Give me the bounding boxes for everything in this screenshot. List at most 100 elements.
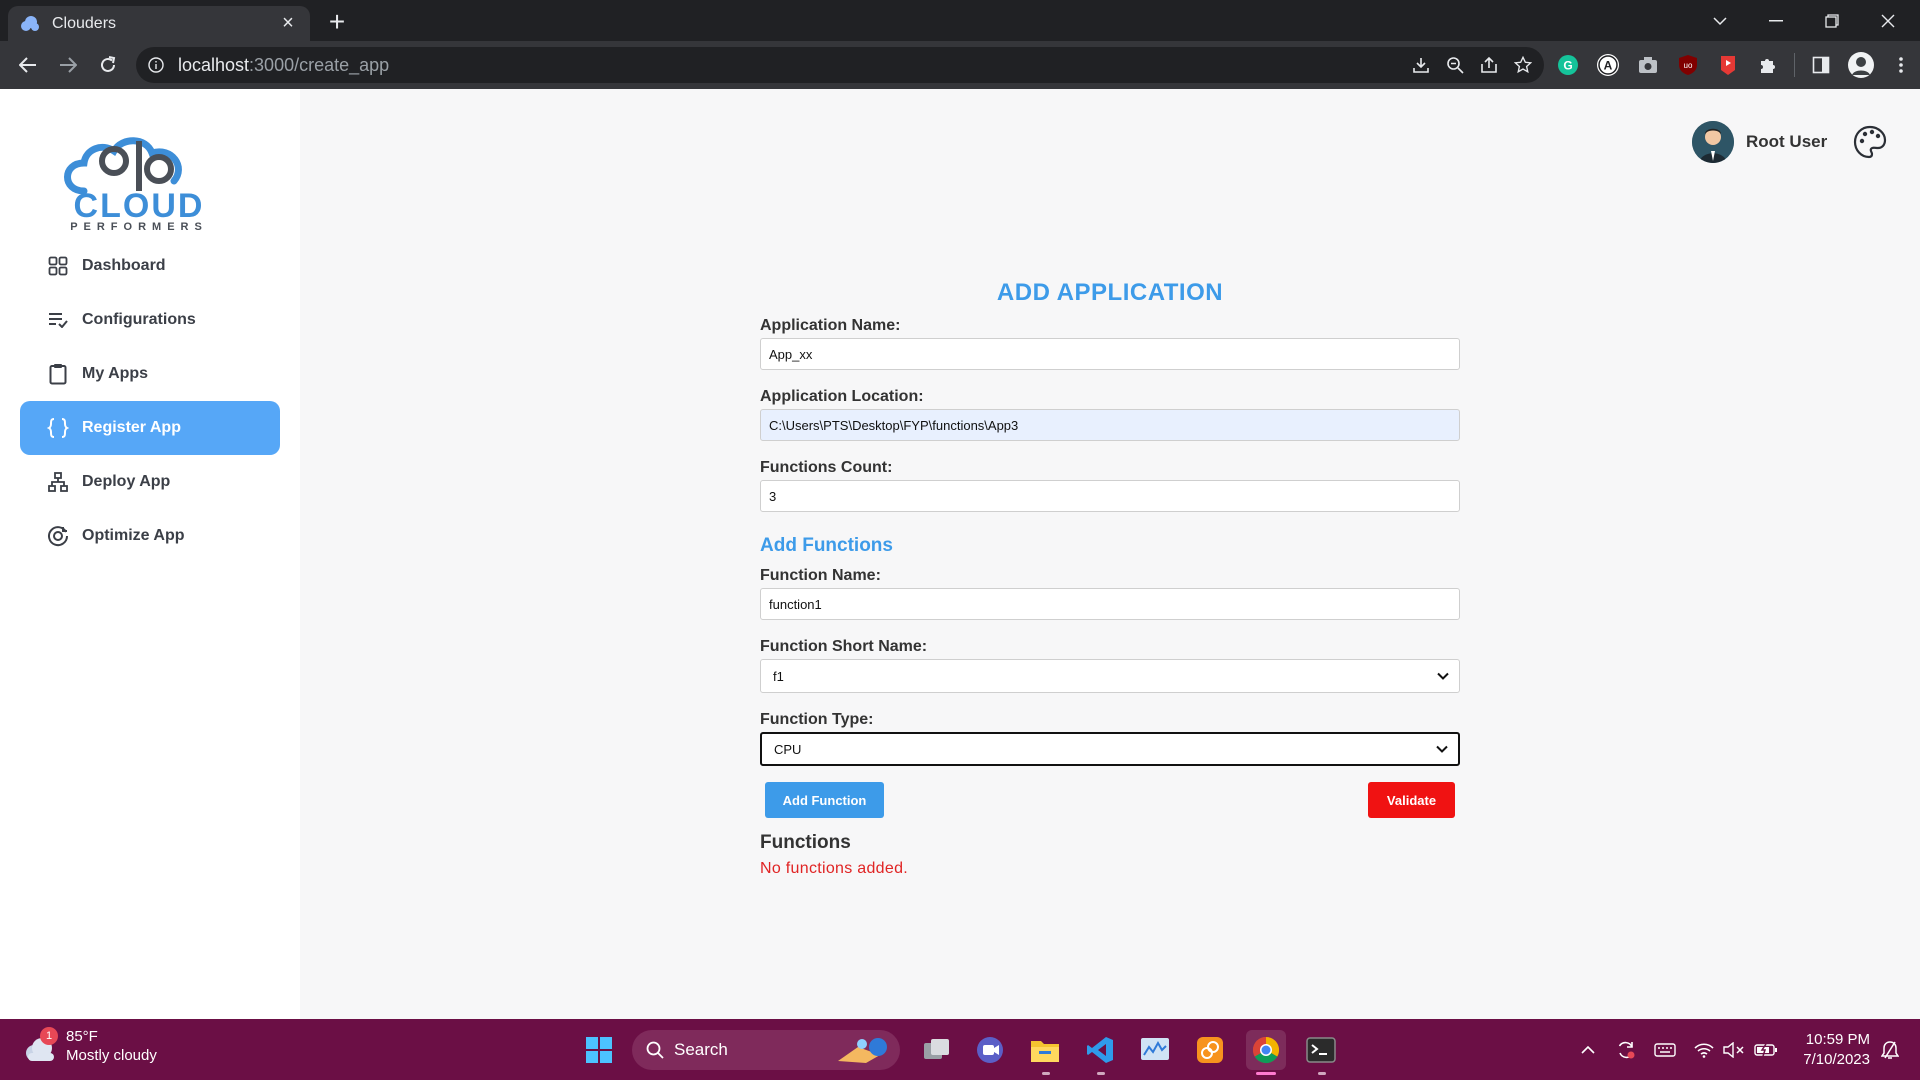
profile-avatar-icon[interactable]	[1847, 51, 1875, 79]
weather-temp: 85°F	[66, 1028, 98, 1045]
new-tab-button[interactable]: +	[322, 7, 352, 37]
sidebar-item-my-apps[interactable]: My Apps	[20, 347, 280, 401]
url-path: :3000/create_app	[249, 54, 390, 75]
sitemap-icon	[46, 470, 70, 494]
app-name-label: Application Name:	[760, 317, 901, 334]
add-functions-heading: Add Functions	[760, 535, 893, 556]
function-type-label: Function Type:	[760, 711, 874, 728]
cloud-weather-icon: 1	[20, 1027, 58, 1065]
function-short-name-select[interactable]: f1	[760, 659, 1460, 693]
wifi-icon[interactable]	[1692, 1030, 1716, 1070]
user-menu[interactable]: Root User	[1692, 121, 1827, 163]
sidebar-item-optimize-app[interactable]: Optimize App	[20, 509, 280, 563]
function-name-input[interactable]	[760, 588, 1460, 620]
camera-extension-icon[interactable]	[1634, 51, 1662, 79]
chrome-taskbar-icon[interactable]	[1246, 1030, 1286, 1070]
sidebar-item-label: My Apps	[82, 365, 149, 382]
cloud-favicon-icon	[20, 14, 40, 34]
cloud-performers-logo[interactable]: CLOUD PERFORMERS	[44, 121, 234, 233]
install-app-icon[interactable]	[1412, 56, 1430, 74]
add-function-button[interactable]: Add Function	[765, 782, 884, 818]
form-actions: Add Function Validate	[760, 782, 1460, 820]
weather-desc: Mostly cloudy	[66, 1047, 157, 1064]
teams-chat-icon[interactable]	[970, 1030, 1010, 1070]
avatar	[1692, 121, 1734, 163]
back-button[interactable]	[8, 45, 48, 85]
weather-badge: 1	[40, 1027, 58, 1045]
share-icon[interactable]	[1480, 56, 1498, 74]
tab-title: Clouders	[52, 14, 117, 32]
running-indicator	[1097, 1072, 1105, 1075]
tab-close-icon[interactable]: ×	[278, 12, 298, 35]
sidebar-item-label: Configurations	[82, 311, 196, 328]
vscode-icon[interactable]	[1080, 1030, 1120, 1070]
translate-extension-icon[interactable]: A	[1594, 51, 1622, 79]
chevron-up-icon[interactable]	[1576, 1030, 1600, 1070]
function-name-label: Function Name:	[760, 567, 881, 584]
grammarly-icon[interactable]: G	[1554, 51, 1582, 79]
chevron-down-icon	[1436, 742, 1448, 757]
site-info-icon[interactable]	[148, 57, 164, 73]
tab-search-chevron-icon[interactable]	[1692, 0, 1748, 41]
function-type-select[interactable]: CPU	[760, 732, 1460, 766]
function-short-name-value: f1	[773, 668, 784, 684]
terminal-icon[interactable]	[1301, 1030, 1341, 1070]
search-highlight-icon	[838, 1038, 887, 1063]
search-label: Search	[674, 1040, 728, 1059]
toolbar-divider	[1794, 53, 1795, 77]
windows-taskbar: 1 85°F Mostly cloudy Search 10:59 PM 7/1…	[0, 1019, 1920, 1080]
zoom-icon[interactable]	[1446, 56, 1464, 74]
sidebar: CLOUD PERFORMERS Dashboard Configuration…	[0, 89, 300, 1019]
keyboard-icon[interactable]	[1651, 1030, 1679, 1070]
search-icon	[646, 1041, 664, 1059]
resource-monitor-icon[interactable]	[1135, 1030, 1175, 1070]
sidebar-item-register-app[interactable]: Register App	[20, 401, 280, 455]
clipboard-icon	[46, 362, 70, 386]
forward-button[interactable]	[48, 45, 88, 85]
extensions-puzzle-icon[interactable]	[1754, 51, 1782, 79]
function-type-value: CPU	[774, 741, 802, 757]
svg-text:uo: uo	[1684, 61, 1693, 70]
browser-menu-icon[interactable]	[1887, 51, 1915, 79]
minimize-button[interactable]	[1748, 0, 1804, 41]
side-panel-icon[interactable]	[1807, 51, 1835, 79]
notification-bell-icon[interactable]	[1878, 1030, 1902, 1070]
volume-muted-icon[interactable]	[1722, 1030, 1746, 1070]
sync-icon[interactable]	[1612, 1030, 1640, 1070]
bookmark-star-icon[interactable]	[1514, 56, 1532, 74]
page-title: ADD APPLICATION	[996, 279, 1224, 306]
task-view-icon[interactable]	[917, 1030, 957, 1070]
validate-button[interactable]: Validate	[1368, 782, 1455, 818]
sidebar-item-dashboard[interactable]: Dashboard	[20, 239, 280, 293]
browser-tab[interactable]: Clouders ×	[8, 6, 310, 41]
function-short-name-label: Function Short Name:	[760, 638, 928, 655]
reload-button[interactable]	[88, 45, 128, 85]
sidebar-item-label: Dashboard	[82, 257, 166, 274]
taskbar-clock[interactable]: 10:59 PM 7/10/2023	[1790, 1030, 1870, 1070]
file-explorer-icon[interactable]	[1025, 1030, 1065, 1070]
sidebar-item-configurations[interactable]: Configurations	[20, 293, 280, 347]
weather-widget[interactable]: 1 85°F Mostly cloudy	[20, 1027, 157, 1065]
braces-icon	[46, 416, 70, 440]
ublock-icon[interactable]: uo	[1674, 51, 1702, 79]
url-host: localhost	[178, 54, 250, 75]
palette-icon[interactable]	[1852, 124, 1888, 160]
functions-count-input[interactable]	[760, 480, 1460, 512]
app-name-input[interactable]	[760, 338, 1460, 370]
functions-heading: Functions	[760, 832, 851, 853]
clock-time: 10:59 PM	[1805, 1031, 1870, 1048]
add-application-form: ADD APPLICATION Application Name: Applic…	[760, 279, 1460, 878]
empty-functions-message: No functions added.	[760, 860, 909, 877]
restore-button[interactable]	[1804, 0, 1860, 41]
windows-start-icon[interactable]	[579, 1030, 619, 1070]
address-bar[interactable]: localhost:3000/create_app	[136, 47, 1544, 83]
app-launcher-icon[interactable]	[1190, 1030, 1230, 1070]
sidebar-item-deploy-app[interactable]: Deploy App	[20, 455, 280, 509]
close-window-button[interactable]	[1860, 0, 1916, 41]
taskbar-search[interactable]: Search	[632, 1030, 900, 1070]
running-indicator	[1318, 1072, 1326, 1075]
sidebar-item-label: Optimize App	[82, 527, 185, 544]
app-location-input[interactable]	[760, 409, 1460, 441]
youtube-extension-icon[interactable]	[1714, 51, 1742, 79]
battery-charging-icon[interactable]	[1752, 1030, 1780, 1070]
